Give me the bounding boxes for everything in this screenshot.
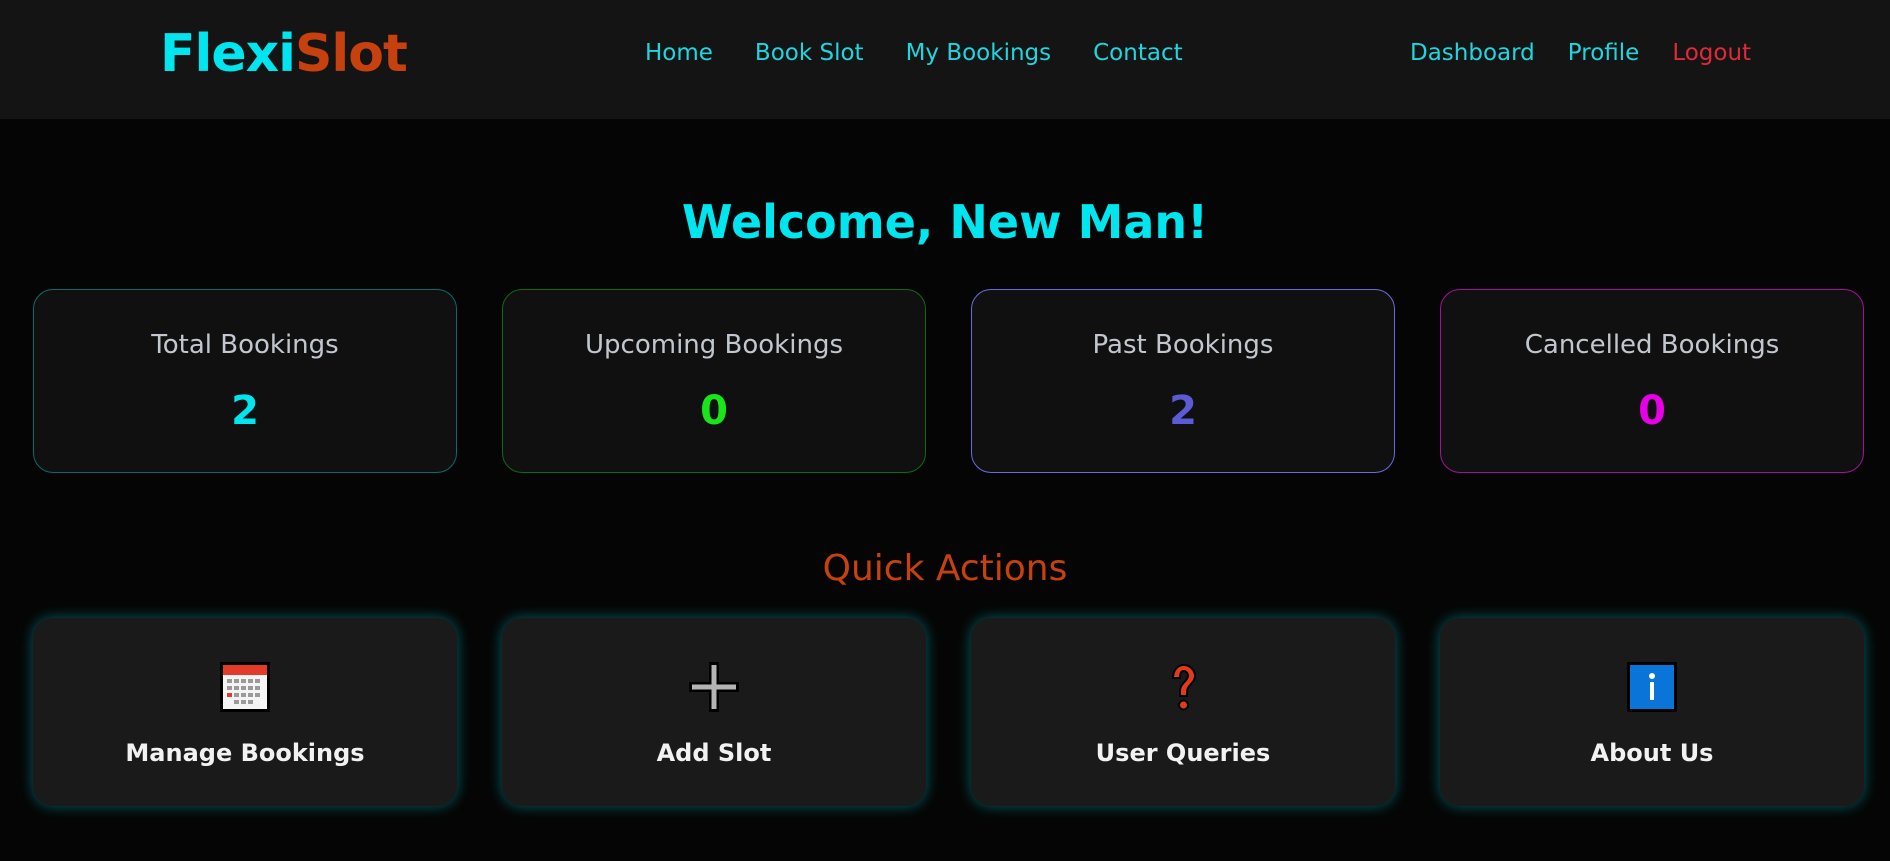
quick-actions-title: Quick Actions: [822, 548, 1068, 589]
stat-value: 2: [231, 388, 259, 434]
main-nav: Home Book Slot My Bookings Contact: [645, 38, 1183, 68]
stat-label: Cancelled Bookings: [1524, 330, 1780, 360]
info-icon: [1627, 662, 1677, 712]
stat-card-upcoming: Upcoming Bookings 0: [502, 289, 926, 473]
stat-label: Upcoming Bookings: [585, 330, 843, 360]
stat-card-total: Total Bookings 2: [33, 289, 457, 473]
stat-card-past: Past Bookings 2: [971, 289, 1395, 473]
stat-label: Past Bookings: [1092, 330, 1274, 360]
stat-value: 0: [1638, 388, 1666, 434]
question-icon: [1171, 663, 1197, 711]
plus-icon: [689, 662, 739, 712]
welcome-heading: Welcome, New Man!: [681, 195, 1209, 249]
nav-link-my-bookings[interactable]: My Bookings: [906, 38, 1052, 68]
add-slot-label: Add Slot: [656, 739, 772, 767]
quick-actions-row: Manage Bookings Add Slot User Queries Ab…: [33, 618, 1864, 806]
nav-link-dashboard[interactable]: Dashboard: [1410, 38, 1535, 68]
add-slot-card[interactable]: Add Slot: [502, 618, 926, 806]
navbar: FlexiSlot Home Book Slot My Bookings Con…: [0, 0, 1890, 119]
stat-label: Total Bookings: [151, 330, 339, 360]
about-us-card[interactable]: About Us: [1440, 618, 1864, 806]
manage-bookings-card[interactable]: Manage Bookings: [33, 618, 457, 806]
nav-link-book-slot[interactable]: Book Slot: [755, 38, 864, 68]
stats-row: Total Bookings 2 Upcoming Bookings 0 Pas…: [33, 289, 1864, 473]
about-us-label: About Us: [1590, 739, 1714, 767]
user-nav: Dashboard Profile Logout: [1410, 38, 1751, 68]
brand-part-slot: Slot: [294, 24, 408, 84]
nav-link-home[interactable]: Home: [645, 38, 713, 68]
nav-link-contact[interactable]: Contact: [1093, 38, 1182, 68]
user-queries-label: User Queries: [1095, 739, 1271, 767]
brand-logo[interactable]: FlexiSlot: [160, 22, 408, 86]
manage-bookings-label: Manage Bookings: [125, 739, 365, 767]
stat-card-cancelled: Cancelled Bookings 0: [1440, 289, 1864, 473]
calendar-icon: [220, 662, 270, 712]
nav-link-profile[interactable]: Profile: [1568, 38, 1640, 68]
nav-link-logout[interactable]: Logout: [1672, 38, 1751, 68]
user-queries-card[interactable]: User Queries: [971, 618, 1395, 806]
stat-value: 0: [700, 388, 728, 434]
brand-part-flexi: Flexi: [160, 24, 296, 84]
stat-value: 2: [1169, 388, 1197, 434]
